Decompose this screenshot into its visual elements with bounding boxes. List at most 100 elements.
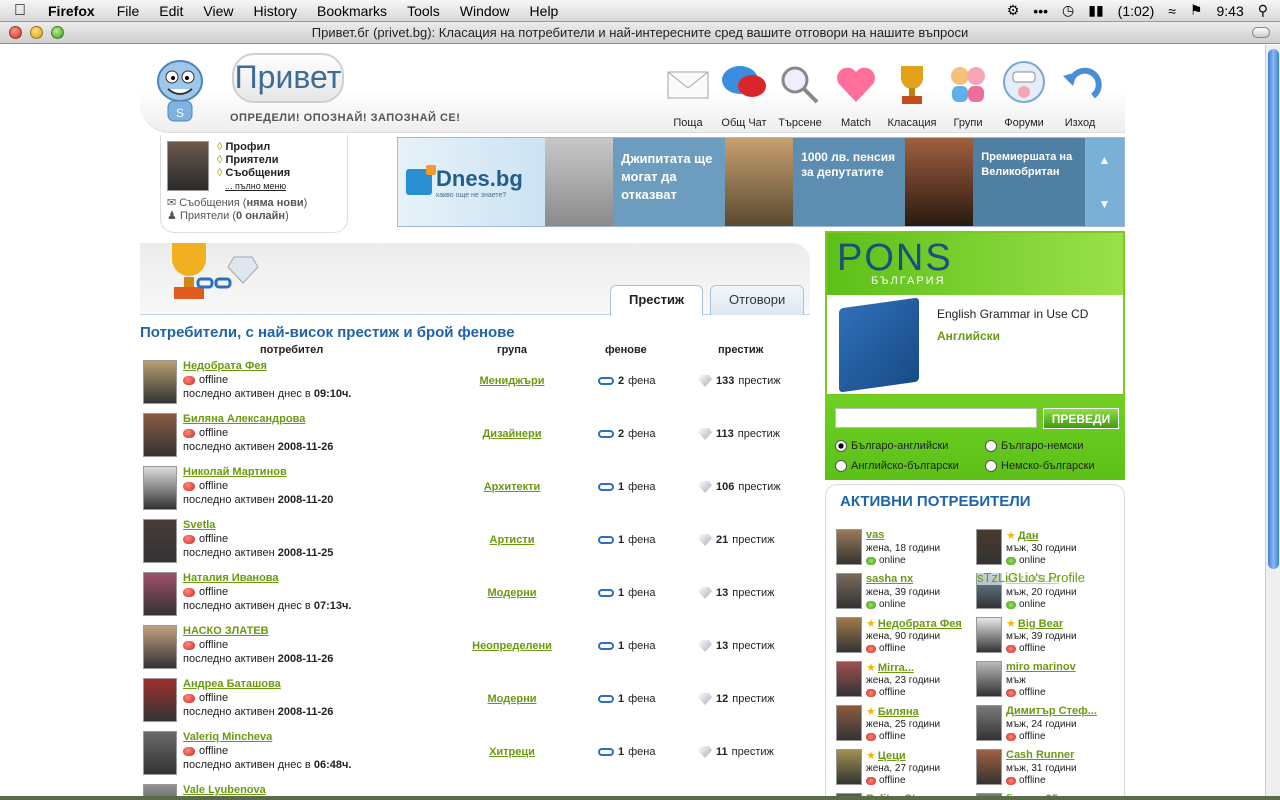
user-name-link[interactable]: НАСКО ЗЛАТЕВ	[183, 625, 269, 637]
menu-help[interactable]: Help	[520, 3, 569, 19]
clock[interactable]: 9:43	[1216, 3, 1243, 19]
user-photo[interactable]	[143, 519, 177, 563]
user-photo[interactable]	[143, 360, 177, 404]
more-icon[interactable]: •••	[1033, 3, 1048, 19]
robot-icon[interactable]: ⚙	[1007, 2, 1020, 19]
nav-match[interactable]: Match	[828, 57, 884, 129]
active-user-name[interactable]: Mirra...	[866, 661, 914, 674]
active-user-photo[interactable]	[976, 705, 1002, 741]
radio-en-bg[interactable]: Английско-български	[835, 460, 959, 472]
group-link[interactable]: Хитреци	[438, 746, 586, 758]
user-name-link[interactable]: Valeriq Mincheva	[183, 731, 272, 743]
ad-banner[interactable]: Dnes.bg какво още не знаете? Джипитата щ…	[397, 137, 1125, 227]
active-user-name[interactable]: miro marinov	[1006, 661, 1076, 673]
menu-file[interactable]: File	[107, 3, 150, 19]
menu-tools[interactable]: Tools	[397, 3, 450, 19]
book-cover-icon[interactable]	[839, 297, 919, 393]
group-link[interactable]: Артисти	[438, 534, 586, 546]
minimize-button[interactable]	[30, 26, 43, 39]
translate-button[interactable]: ПРЕВЕДИ	[1043, 408, 1119, 429]
arrow-up-icon[interactable]: ▲	[1099, 153, 1111, 167]
nav-mail[interactable]: Поща	[660, 57, 716, 129]
user-name-link[interactable]: Vale Lyubenova	[183, 784, 266, 796]
nav-forums[interactable]: Форуми	[996, 57, 1052, 129]
user-photo[interactable]	[143, 625, 177, 669]
link-full-menu[interactable]: ... пълно меню	[217, 180, 290, 193]
messages-count[interactable]: няма нови	[246, 197, 303, 209]
active-user-name[interactable]: Цеци	[866, 749, 906, 762]
vertical-scrollbar[interactable]	[1265, 45, 1280, 800]
active-user-name[interactable]: Big Bear	[1006, 617, 1063, 630]
link-friends[interactable]: Приятели	[217, 154, 290, 167]
my-avatar[interactable]	[167, 141, 209, 191]
active-user-photo[interactable]	[976, 529, 1002, 565]
active-user-photo[interactable]	[976, 749, 1002, 785]
pons-ad[interactable]: PONS БЪЛГАРИЯ English Grammar in Use CD …	[825, 231, 1125, 396]
user-name-link[interactable]: Николай Мартинов	[183, 466, 287, 478]
active-user-name[interactable]: Недобрата Фея	[866, 617, 962, 630]
user-photo[interactable]	[143, 731, 177, 775]
user-name-link[interactable]: Наталия Иванова	[183, 572, 279, 584]
active-user-photo[interactable]	[836, 617, 862, 653]
menu-window[interactable]: Window	[450, 3, 520, 19]
menu-bookmarks[interactable]: Bookmarks	[307, 3, 397, 19]
radio-icon[interactable]	[985, 460, 997, 472]
flag-icon[interactable]: ⚑	[1190, 2, 1203, 19]
link-profile[interactable]: Профил	[217, 141, 290, 154]
active-user-name[interactable]: Димитър Стеф...	[1006, 705, 1097, 717]
active-user-name[interactable]: Биляна	[866, 705, 919, 718]
group-link[interactable]: Дизайнери	[438, 428, 586, 440]
user-name-link[interactable]: Биляна Александрова	[183, 413, 305, 425]
radio-bg-en[interactable]: Българо-английски	[835, 440, 948, 452]
group-link[interactable]: Неопределени	[438, 640, 586, 652]
radio-icon[interactable]	[985, 440, 997, 452]
radio-bg-de[interactable]: Българо-немски	[985, 440, 1084, 452]
link-messages[interactable]: Съобщения	[217, 167, 291, 180]
apple-icon[interactable]: 	[0, 2, 40, 20]
close-button[interactable]	[9, 26, 22, 39]
active-user-photo[interactable]	[836, 705, 862, 741]
group-link[interactable]: Модерни	[438, 587, 586, 599]
app-menu[interactable]: Firefox	[40, 3, 107, 19]
battery-icon[interactable]: ▮▮	[1088, 2, 1103, 19]
nav-ranking[interactable]: Класация	[884, 57, 940, 129]
news-item-2[interactable]: 1000 лв. пенсия за депутатите	[793, 138, 905, 226]
mascot-logo-icon[interactable]: S	[150, 55, 210, 127]
tab-answers[interactable]: Отговори	[710, 285, 805, 315]
active-user-photo[interactable]	[836, 573, 862, 609]
active-user-photo[interactable]	[836, 661, 862, 697]
arrow-down-icon[interactable]: ▼	[1099, 197, 1111, 211]
active-user-name[interactable]: Дан	[1006, 529, 1039, 542]
active-user-name[interactable]: Cash Runner	[1006, 749, 1074, 761]
toolbar-toggle-button[interactable]	[1252, 27, 1270, 38]
friends-online[interactable]: 0 онлайн	[236, 210, 285, 222]
user-name-link[interactable]: Андреа Баташова	[183, 678, 281, 690]
menu-history[interactable]: History	[243, 3, 307, 19]
user-photo[interactable]	[143, 466, 177, 510]
news-item-3[interactable]: Премиершата на Великобритан	[973, 138, 1085, 226]
nav-logout[interactable]: Изход	[1052, 57, 1108, 129]
menu-view[interactable]: View	[193, 3, 243, 19]
user-name-link[interactable]: Svetla	[183, 519, 215, 531]
scrollbar-thumb[interactable]	[1268, 49, 1279, 569]
pons-product[interactable]: English Grammar in Use CD	[937, 307, 1088, 321]
active-user-photo[interactable]	[976, 661, 1002, 697]
active-user-name[interactable]: sasha nx	[866, 573, 913, 585]
nav-chat[interactable]: Общ Чат	[716, 57, 772, 129]
active-user-photo[interactable]	[836, 529, 862, 565]
active-user-photo[interactable]	[836, 749, 862, 785]
user-photo[interactable]	[143, 572, 177, 616]
zoom-button[interactable]	[51, 26, 64, 39]
pons-language[interactable]: Английски	[937, 329, 1000, 343]
site-logo[interactable]: Привет	[232, 53, 344, 103]
user-photo[interactable]	[143, 413, 177, 457]
spotlight-icon[interactable]: ⚲	[1258, 2, 1268, 19]
group-link[interactable]: Модерни	[438, 693, 586, 705]
wifi-icon[interactable]: ≈	[1168, 3, 1176, 19]
active-user-photo[interactable]	[976, 617, 1002, 653]
tab-prestige[interactable]: Престиж	[610, 285, 704, 316]
group-link[interactable]: Архитекти	[438, 481, 586, 493]
nav-search[interactable]: Търсене	[772, 57, 828, 129]
menu-edit[interactable]: Edit	[149, 3, 193, 19]
group-link[interactable]: Мениджъри	[438, 375, 586, 387]
